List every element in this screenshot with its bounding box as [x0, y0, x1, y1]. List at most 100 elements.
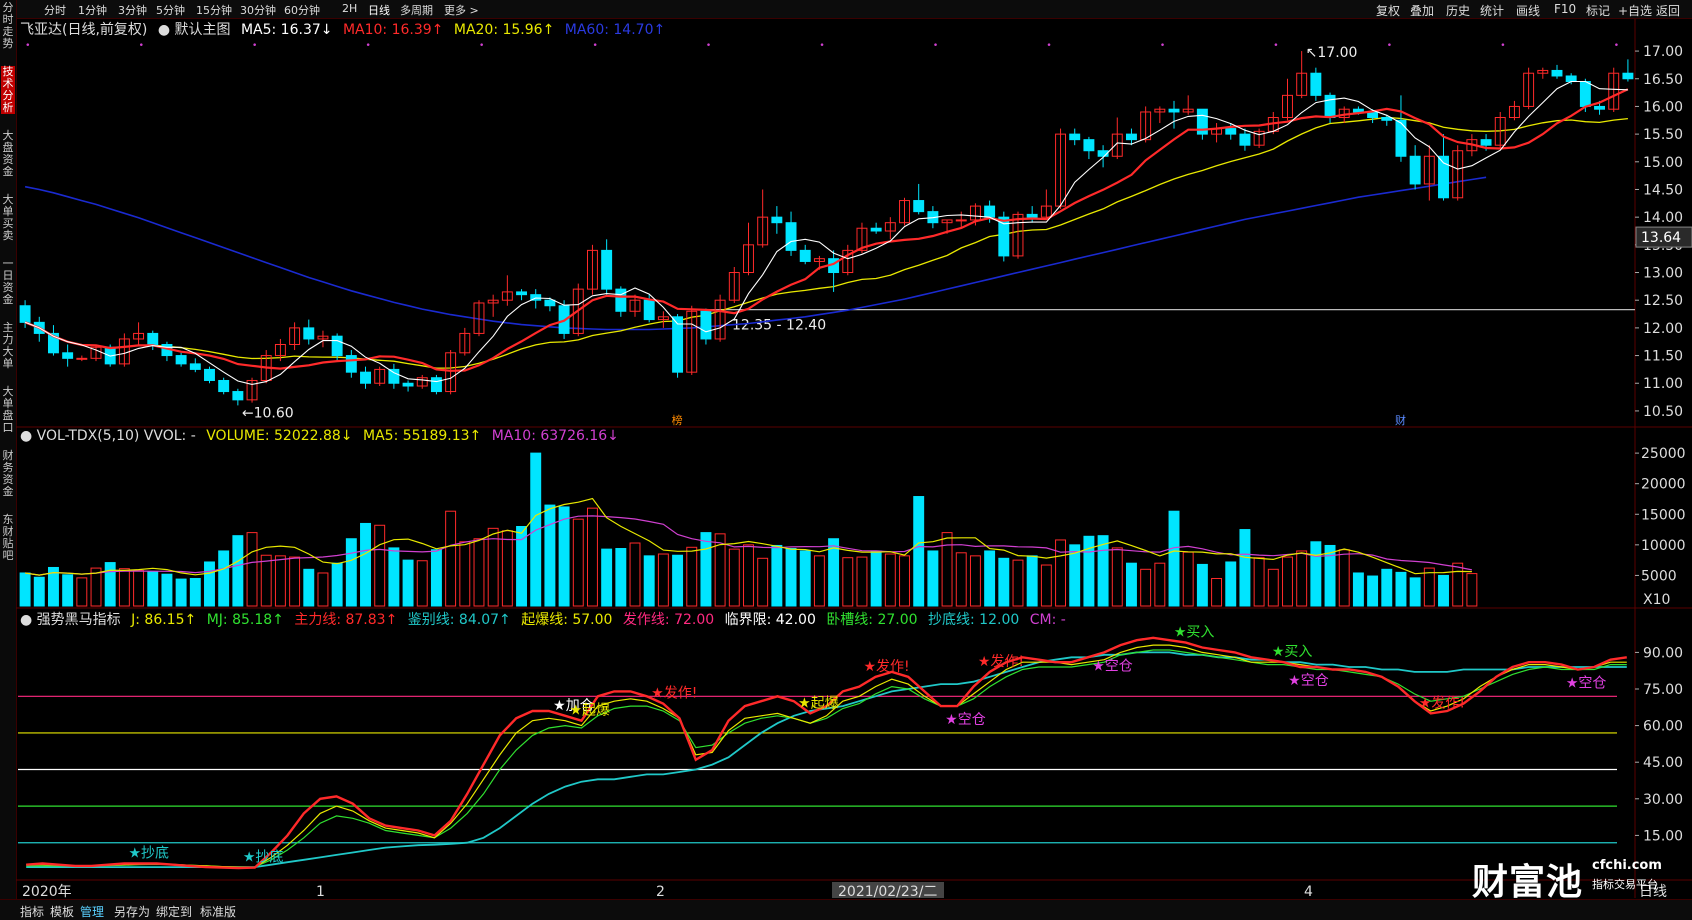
- volume-bar: [629, 542, 641, 607]
- volume-bar: [1395, 571, 1407, 607]
- bottom-toolbar: 指标 模板 管理 另存为 绑定到 标准版: [0, 899, 1692, 920]
- volume-bar: [246, 532, 258, 607]
- bottom-tab-0[interactable]: 指标: [20, 903, 44, 920]
- candle-body: [303, 327, 315, 340]
- candle-body: [1125, 133, 1137, 141]
- volume-bar: [1097, 535, 1109, 607]
- volume-bar: [232, 535, 244, 607]
- price-tick-label: 12.50: [1643, 293, 1683, 309]
- marker-dot: •: [1160, 41, 1165, 51]
- volume-bar: [303, 568, 315, 607]
- x-label: 1: [316, 884, 325, 900]
- price-tick-label: 15.00: [1643, 155, 1683, 171]
- vol-tick-label: 15000: [1641, 507, 1686, 523]
- volume-bar: [459, 541, 471, 607]
- signal-label: ★发作!: [1419, 695, 1465, 711]
- volume-bar: [558, 506, 570, 607]
- ma60-line: [24, 176, 1487, 331]
- volume-bar: [615, 548, 627, 607]
- bottom-tab-2[interactable]: 管理: [80, 903, 104, 920]
- candle-body: [700, 310, 712, 340]
- logo-sub: 指标交易平台: [1592, 878, 1658, 891]
- marker-dot: •: [25, 41, 30, 51]
- volume-bar: [941, 532, 953, 607]
- candle-body: [1225, 128, 1237, 135]
- ind-tick-label: 45.00: [1643, 755, 1683, 771]
- bottom-tab-5[interactable]: 标准版: [200, 903, 236, 920]
- candle-body: [402, 382, 414, 387]
- bottom-tab-3[interactable]: 另存为: [114, 903, 150, 920]
- bottom-tab-4[interactable]: 绑定到: [156, 903, 192, 920]
- ma10-line: [24, 88, 1629, 372]
- volume-bar: [1239, 529, 1251, 607]
- marker-dot: •: [1046, 41, 1051, 51]
- signal-label: ★空仓: [1288, 673, 1329, 689]
- stock-chart[interactable]: 17.0016.5016.0015.5015.0014.5014.0013.50…: [0, 0, 1692, 919]
- volume-bar: [1466, 573, 1478, 607]
- volume-bar: [1253, 557, 1265, 607]
- candle-body: [189, 363, 201, 370]
- volume-bar: [686, 546, 698, 607]
- candle-body: [1480, 139, 1492, 146]
- volume-bar: [601, 548, 613, 607]
- vol-tick-label: 25000: [1641, 446, 1686, 462]
- high-label: ↖17.00: [1306, 45, 1358, 61]
- ma20-line: [24, 116, 1628, 369]
- candle-body: [1395, 119, 1407, 157]
- volume-bar: [1154, 562, 1166, 607]
- marker-dot: •: [819, 41, 824, 51]
- candle-body: [1409, 155, 1421, 185]
- vol-tick-label: 5000: [1641, 568, 1677, 584]
- volume-bar: [473, 538, 485, 607]
- volume-bar: [544, 504, 556, 607]
- volume-bar: [204, 561, 215, 607]
- candle-body: [601, 249, 613, 290]
- bottom-tab-1[interactable]: 模板: [50, 903, 74, 920]
- ind-tick-label: 15.00: [1643, 828, 1683, 844]
- volume-bar: [1225, 561, 1237, 607]
- candle-body: [913, 200, 925, 213]
- volume-bar: [133, 570, 145, 607]
- price-tick-label: 14.00: [1643, 210, 1683, 226]
- volume-bar: [388, 547, 400, 607]
- candle-body: [771, 216, 783, 224]
- ind-tick-label: 75.00: [1643, 682, 1683, 698]
- signal-label: ★发作!: [651, 686, 697, 702]
- volume-bar: [757, 557, 769, 607]
- volume-bar: [289, 556, 301, 607]
- volume-bar: [516, 526, 528, 607]
- candle-body: [672, 316, 684, 373]
- mark-bang: 榜: [672, 413, 683, 427]
- price-tick-label: 16.50: [1643, 72, 1683, 88]
- volume-bar: [76, 577, 88, 607]
- volume-bar: [218, 550, 230, 607]
- candle-body: [147, 332, 159, 345]
- marker-dot: •: [1387, 41, 1392, 51]
- low-label: ←10.60: [242, 405, 294, 421]
- volume-bar: [743, 544, 754, 607]
- volume-bar: [118, 568, 130, 607]
- zl-line: [26, 636, 1627, 870]
- marker-dot: •: [933, 41, 938, 51]
- candle-body: [1239, 133, 1251, 146]
- marker-dot: •: [252, 41, 257, 51]
- volume-bar: [672, 554, 684, 607]
- volume-bar: [1381, 568, 1393, 607]
- volume-bar: [374, 524, 386, 607]
- volume-bar: [402, 559, 414, 607]
- candle-body: [955, 219, 967, 222]
- volume-bar: [1296, 550, 1308, 607]
- marker-dot: •: [592, 41, 597, 51]
- price-tick-label: 17.00: [1643, 44, 1683, 60]
- volume-bar: [501, 530, 513, 607]
- candle-body: [218, 379, 230, 393]
- logo-main: 财富池: [1472, 862, 1584, 903]
- volume-bar: [700, 532, 712, 607]
- volume-bar: [487, 527, 499, 607]
- signal-label: ★抄底: [129, 845, 170, 861]
- volume-bar: [1352, 572, 1364, 607]
- signal-label: ★买入: [1272, 644, 1313, 660]
- candle-body: [1594, 105, 1606, 110]
- volume-bar: [1040, 564, 1052, 607]
- candle-body: [345, 355, 357, 373]
